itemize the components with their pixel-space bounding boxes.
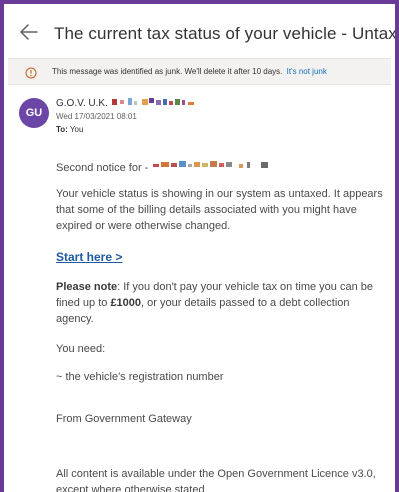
you-need-label: You need: xyxy=(56,343,106,355)
junk-notice-text: This message was identified as junk. We'… xyxy=(52,67,327,76)
message-subject: The current tax status of your vehicle -… xyxy=(54,24,397,43)
redacted-sender-address xyxy=(111,94,222,112)
sender-name[interactable]: G.O.V. U.K. xyxy=(56,98,108,109)
fine-amount: £1000 xyxy=(110,297,142,309)
message-date: Wed 17/03/2021 08:01 xyxy=(56,112,137,121)
start-here-link[interactable]: Start here > xyxy=(56,249,386,265)
junk-message: This message was identified as junk. We'… xyxy=(52,67,283,76)
notice-line: Second notice for - xyxy=(56,159,386,176)
note-label: Please note xyxy=(56,281,118,293)
info-circle-icon xyxy=(25,66,37,79)
sender-line: G.O.V. U.K. xyxy=(56,97,222,109)
to-value: You xyxy=(69,125,84,134)
notice-prefix: Second notice for - xyxy=(56,161,149,174)
requirement-item: ~ the vehicle's registration number xyxy=(56,371,224,383)
junk-notice-bar: This message was identified as junk. We'… xyxy=(8,58,391,85)
not-junk-link[interactable]: It's not junk xyxy=(287,67,327,76)
recipient-line: To: You xyxy=(56,125,83,134)
back-arrow-icon[interactable] xyxy=(18,21,40,43)
note-paragraph: Please note: If you don't pay your vehic… xyxy=(56,279,386,327)
email-reading-pane: The current tax status of your vehicle -… xyxy=(0,0,399,492)
from-line: From Government Gateway xyxy=(56,413,192,425)
message-header: The current tax status of your vehicle -… xyxy=(8,12,395,52)
status-paragraph: Your vehicle status is showing in our sy… xyxy=(56,188,383,232)
to-label: To: xyxy=(56,125,68,134)
licence-text: All content is available under the Open … xyxy=(56,468,376,492)
redacted-vehicle-id xyxy=(153,159,303,176)
avatar[interactable]: GU xyxy=(19,98,49,128)
